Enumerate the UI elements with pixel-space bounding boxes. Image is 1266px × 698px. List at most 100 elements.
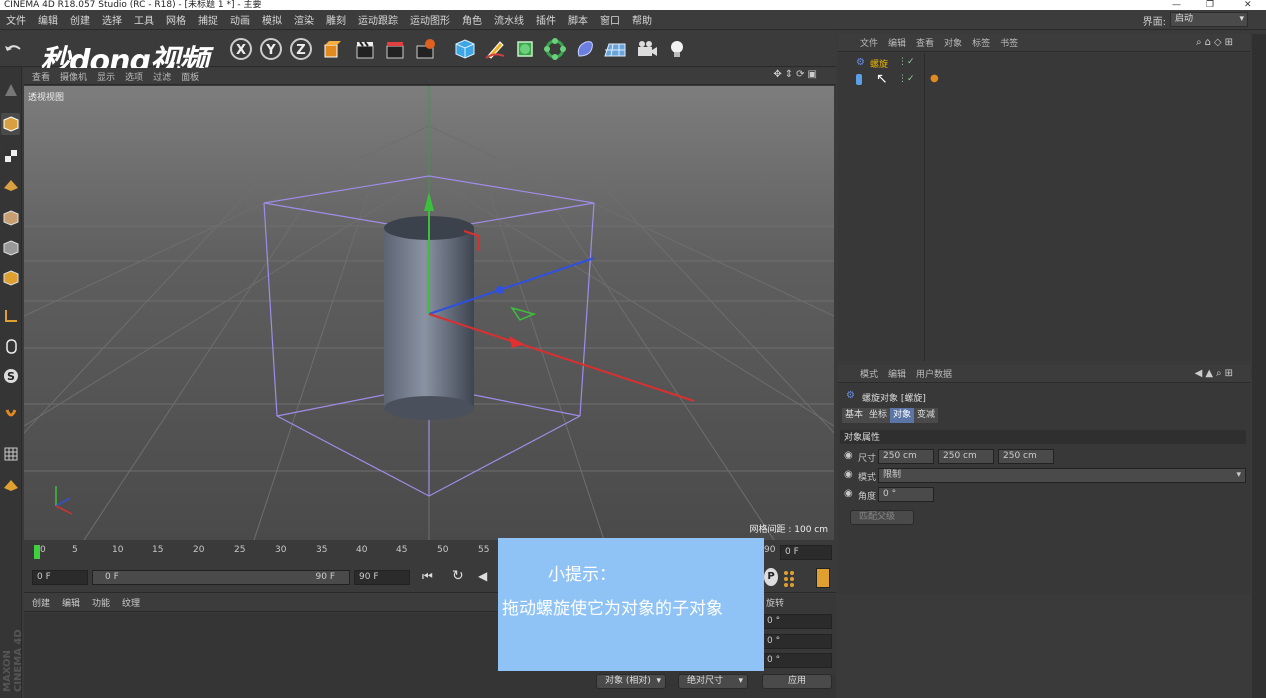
loop-icon[interactable]: ↻ bbox=[452, 568, 472, 586]
snap-button[interactable]: S bbox=[1, 365, 20, 387]
size-y-field[interactable]: 250 cm bbox=[938, 449, 994, 464]
minimize-icon[interactable]: — bbox=[1172, 0, 1181, 10]
viewport-nav-icons[interactable]: ✥⇕⟳▣ bbox=[773, 69, 820, 80]
object-name[interactable]: 螺旋 bbox=[870, 57, 888, 70]
model-mode-button[interactable] bbox=[1, 113, 20, 135]
radio-icon[interactable]: ◉ bbox=[844, 450, 853, 461]
mode-select[interactable]: 限制 ▾ bbox=[878, 468, 1246, 483]
layout-select[interactable]: 启动 ▾ bbox=[1170, 12, 1248, 27]
visibility-check-icon[interactable]: ⋮✓ bbox=[898, 74, 915, 84]
z-gizmo-handle[interactable] bbox=[496, 286, 504, 294]
apply-button[interactable]: 应用 bbox=[762, 674, 832, 689]
viewport-menu-options[interactable]: 选项 bbox=[125, 70, 143, 83]
menu-create[interactable]: 创建 bbox=[64, 12, 96, 27]
workplane-lock-button[interactable] bbox=[1, 443, 20, 465]
attribute-nav-icons[interactable]: ◀▲⌕⊞ bbox=[1195, 368, 1236, 379]
planar-workplane-button[interactable] bbox=[1, 473, 20, 495]
object-menu-file[interactable]: 文件 bbox=[860, 36, 878, 49]
size-mode-select[interactable]: 绝对尺寸 ▾ bbox=[678, 674, 748, 689]
menu-mesh[interactable]: 网格 bbox=[160, 12, 192, 27]
y-axis-lock-button[interactable]: Y bbox=[258, 35, 284, 63]
material-menu-create[interactable]: 创建 bbox=[32, 596, 50, 609]
angle-field[interactable]: 0 ° bbox=[878, 487, 934, 502]
menu-pipeline[interactable]: 流水线 bbox=[488, 12, 530, 27]
maximize-icon[interactable]: ❐ bbox=[1206, 0, 1214, 10]
rotation-b-field[interactable]: 0 ° bbox=[762, 653, 832, 668]
menu-mograph[interactable]: 运动图形 bbox=[404, 12, 456, 27]
object-manager-nav-icons[interactable]: ⌕⌂◇⊞ bbox=[1196, 37, 1236, 48]
make-editable-button[interactable] bbox=[1, 79, 20, 101]
menu-motion-tracker[interactable]: 运动跟踪 bbox=[352, 12, 404, 27]
y-gizmo-arrow[interactable] bbox=[424, 192, 434, 211]
subdivision-surface-button[interactable] bbox=[512, 35, 538, 63]
menu-snap[interactable]: 捕捉 bbox=[192, 12, 224, 27]
object-menu-objects[interactable]: 对象 bbox=[944, 36, 962, 49]
menu-plugins[interactable]: 插件 bbox=[530, 12, 562, 27]
keyframe-p-icon[interactable]: P bbox=[764, 568, 778, 586]
menu-help[interactable]: 帮助 bbox=[626, 12, 658, 27]
rotation-p-field[interactable]: 0 ° bbox=[762, 634, 832, 649]
size-z-field[interactable]: 250 cm bbox=[998, 449, 1054, 464]
radio-icon[interactable]: ◉ bbox=[844, 488, 853, 499]
start-frame-field[interactable]: 0 F bbox=[32, 570, 88, 585]
render-view-button[interactable] bbox=[352, 35, 378, 63]
key-grid-icon[interactable] bbox=[782, 569, 800, 587]
viewport-menu-camera[interactable]: 摄像机 bbox=[60, 70, 87, 83]
workplane-button[interactable] bbox=[1, 173, 20, 195]
menu-character[interactable]: 角色 bbox=[456, 12, 488, 27]
end-frame-field[interactable]: 90 F bbox=[354, 570, 410, 585]
coordinate-system-button[interactable] bbox=[318, 35, 344, 63]
tab-coord[interactable]: 坐标 bbox=[866, 408, 891, 423]
viewport-menu-panel[interactable]: 面板 bbox=[181, 70, 199, 83]
object-menu-tags[interactable]: 标签 bbox=[972, 36, 990, 49]
current-frame-field[interactable]: 0 F bbox=[780, 545, 832, 560]
tab-basic[interactable]: 基本 bbox=[842, 408, 867, 423]
close-icon[interactable]: ✕ bbox=[1244, 0, 1252, 10]
points-mode-button[interactable] bbox=[1, 207, 20, 229]
menu-select[interactable]: 选择 bbox=[96, 12, 128, 27]
viewport-menu-display[interactable]: 显示 bbox=[97, 70, 115, 83]
pen-spline-button[interactable] bbox=[482, 35, 508, 63]
fit-to-parent-button[interactable]: 匹配父级 bbox=[850, 510, 914, 525]
viewport-menu-view[interactable]: 查看 bbox=[32, 70, 50, 83]
camera-object-button[interactable] bbox=[634, 35, 660, 63]
object-row[interactable]: ⋮✓ ● bbox=[842, 73, 1242, 88]
visibility-check-icon[interactable]: ⋮✓ bbox=[898, 57, 915, 67]
object-row[interactable]: ⚙ 螺旋 ⋮✓ bbox=[842, 56, 1242, 71]
material-menu-texture[interactable]: 纹理 bbox=[122, 596, 140, 609]
x-axis-lock-button[interactable]: X bbox=[228, 35, 254, 63]
menu-tools[interactable]: 工具 bbox=[128, 12, 160, 27]
x-gizmo-arrow[interactable] bbox=[509, 336, 524, 348]
array-object-button[interactable] bbox=[542, 35, 568, 63]
attr-menu-user-data[interactable]: 用户数据 bbox=[916, 367, 952, 380]
size-x-field[interactable]: 250 cm bbox=[878, 449, 934, 464]
menu-file[interactable]: 文件 bbox=[0, 12, 32, 27]
perspective-viewport[interactable]: 透视视图 网格间距 : 100 cm bbox=[24, 86, 834, 540]
material-menu-function[interactable]: 功能 bbox=[92, 596, 110, 609]
edges-mode-button[interactable] bbox=[1, 237, 20, 259]
menu-render[interactable]: 渲染 bbox=[288, 12, 320, 27]
preview-range-slider[interactable]: 0 F 90 F bbox=[92, 570, 350, 585]
undo-button[interactable] bbox=[0, 35, 26, 63]
object-manager[interactable]: ⚙ 螺旋 ⋮✓ ⋮✓ ● ↖ bbox=[838, 53, 1250, 361]
object-menu-bookmarks[interactable]: 书签 bbox=[1000, 36, 1018, 49]
go-to-start-icon[interactable]: ⏮ bbox=[422, 569, 442, 587]
menu-sculpt[interactable]: 雕刻 bbox=[320, 12, 352, 27]
magnet-button[interactable] bbox=[1, 403, 20, 425]
tab-object[interactable]: 对象 bbox=[890, 408, 915, 423]
radio-icon[interactable]: ◉ bbox=[844, 469, 853, 480]
z-axis-lock-button[interactable]: Z bbox=[288, 35, 314, 63]
polygons-mode-button[interactable] bbox=[1, 267, 20, 289]
tab-falloff[interactable]: 变减 bbox=[914, 408, 939, 423]
render-picture-viewer-button[interactable] bbox=[382, 35, 408, 63]
coordinate-mode-select[interactable]: 对象 (相对) ▾ bbox=[596, 674, 666, 689]
texture-mode-button[interactable] bbox=[1, 145, 20, 167]
menu-window[interactable]: 窗口 bbox=[594, 12, 626, 27]
material-menu-edit[interactable]: 编辑 bbox=[62, 596, 80, 609]
axis-mode-button[interactable] bbox=[1, 305, 20, 327]
object-menu-edit[interactable]: 编辑 bbox=[888, 36, 906, 49]
right-tab-strip[interactable] bbox=[1252, 34, 1266, 698]
cube-object-button[interactable] bbox=[452, 35, 478, 63]
menu-script[interactable]: 脚本 bbox=[562, 12, 594, 27]
floor-object-button[interactable] bbox=[602, 35, 628, 63]
